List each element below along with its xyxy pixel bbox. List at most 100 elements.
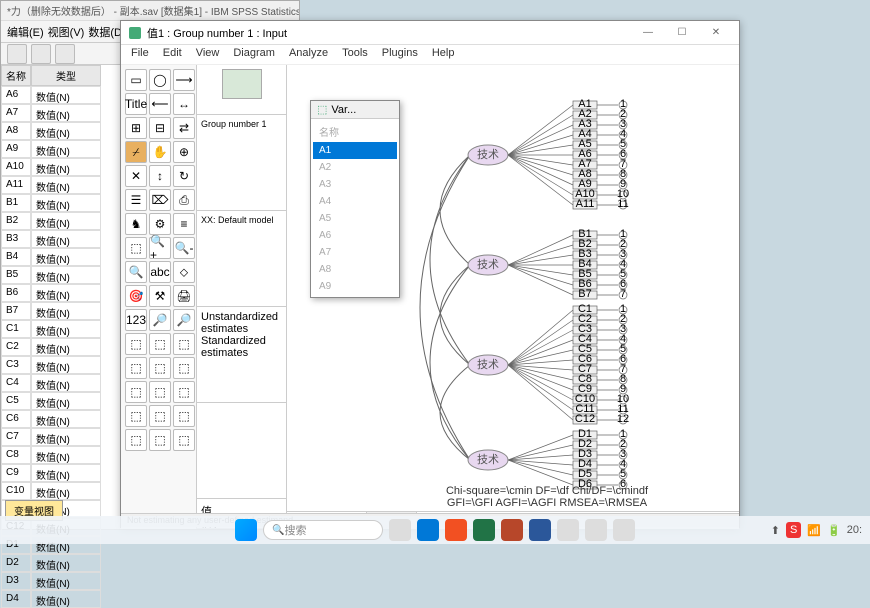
tool-button[interactable]: ⊕ <box>173 141 195 163</box>
tool-button[interactable]: ⬚ <box>173 333 195 355</box>
cell-name[interactable]: A10 <box>1 158 31 176</box>
cell-type[interactable]: 数值(N) <box>31 482 101 500</box>
spss-menu-view[interactable]: 视图(V) <box>48 24 85 40</box>
variable-item[interactable]: A7 <box>313 244 397 261</box>
tree-std[interactable]: Standardized estimates <box>201 335 282 359</box>
tool-button[interactable]: ⎙ <box>173 189 195 211</box>
tool-button[interactable]: ⊟ <box>149 117 171 139</box>
tool-button[interactable]: ⬚ <box>125 381 147 403</box>
cell-name[interactable]: D3 <box>1 572 31 590</box>
task-edge-icon[interactable] <box>417 519 439 541</box>
task-word-icon[interactable] <box>529 519 551 541</box>
task-ppt-icon[interactable] <box>501 519 523 541</box>
spss-menu-edit[interactable]: 编辑(E) <box>7 24 44 40</box>
cell-type[interactable]: 数值(N) <box>31 104 101 122</box>
tool-button[interactable]: ⬚ <box>125 429 147 451</box>
tool-button[interactable]: ⚙ <box>149 213 171 235</box>
cell-name[interactable]: B4 <box>1 248 31 266</box>
variable-item[interactable]: A4 <box>313 193 397 210</box>
cell-type[interactable]: 数值(N) <box>31 320 101 338</box>
tool-button[interactable]: ⚒ <box>149 285 171 307</box>
task-app-icon[interactable] <box>557 519 579 541</box>
cell-type[interactable]: 数值(N) <box>31 122 101 140</box>
cell-name[interactable]: C5 <box>1 392 31 410</box>
cell-name[interactable]: D4 <box>1 590 31 608</box>
maximize-button[interactable]: ☐ <box>667 23 697 43</box>
menu-diagram[interactable]: Diagram <box>233 47 275 62</box>
cell-name[interactable]: C2 <box>1 338 31 356</box>
cell-name[interactable]: C7 <box>1 428 31 446</box>
tool-button[interactable]: ⬚ <box>149 429 171 451</box>
tool-button[interactable]: 🔍- <box>173 237 195 259</box>
cell-type[interactable]: 数值(N) <box>31 554 101 572</box>
cell-type[interactable]: 数值(N) <box>31 212 101 230</box>
cell-type[interactable]: 数值(N) <box>31 140 101 158</box>
cell-name[interactable]: A11 <box>1 176 31 194</box>
tool-button[interactable]: 🖨 <box>173 285 195 307</box>
cell-name[interactable]: A8 <box>1 122 31 140</box>
tool-button[interactable]: ⬚ <box>173 357 195 379</box>
variable-item[interactable]: A5 <box>313 210 397 227</box>
cell-type[interactable]: 数值(N) <box>31 302 101 320</box>
col-name[interactable]: 名称 <box>1 65 31 86</box>
tool-button[interactable]: ↕ <box>149 165 171 187</box>
cell-type[interactable]: 数值(N) <box>31 446 101 464</box>
cell-name[interactable]: B2 <box>1 212 31 230</box>
cell-type[interactable]: 数值(N) <box>31 356 101 374</box>
tool-button[interactable]: ⟵ <box>149 93 171 115</box>
tool-button[interactable]: 🔍 <box>125 261 147 283</box>
cell-type[interactable]: 数值(N) <box>31 86 101 104</box>
cell-type[interactable]: 数值(N) <box>31 158 101 176</box>
cell-name[interactable]: A7 <box>1 104 31 122</box>
tool-button[interactable]: 🔎 <box>149 309 171 331</box>
tool-button[interactable]: ▭ <box>125 69 147 91</box>
cell-name[interactable]: B7 <box>1 302 31 320</box>
tool-button[interactable]: ☰ <box>125 189 147 211</box>
cell-name[interactable]: D2 <box>1 554 31 572</box>
cell-name[interactable]: C4 <box>1 374 31 392</box>
menu-edit[interactable]: Edit <box>163 47 182 62</box>
cell-name[interactable]: C3 <box>1 356 31 374</box>
taskbar-search[interactable]: 🔍 搜索 <box>263 520 383 540</box>
tool-button[interactable]: ≡ <box>173 213 195 235</box>
tool-button[interactable]: ⬚ <box>125 333 147 355</box>
variables-popup-title[interactable]: ⬚ Var... <box>311 101 399 119</box>
tool-button[interactable]: ⬚ <box>173 405 195 427</box>
cell-name[interactable]: C1 <box>1 320 31 338</box>
variable-item[interactable]: A3 <box>313 176 397 193</box>
tree-unstd[interactable]: Unstandardized estimates <box>201 311 282 335</box>
tool-button[interactable]: Title <box>125 93 147 115</box>
tray-wifi-icon[interactable]: 📶 <box>807 524 821 537</box>
tool-button[interactable]: ⟶ <box>173 69 195 91</box>
task-app-icon[interactable] <box>585 519 607 541</box>
task-explorer-icon[interactable] <box>389 519 411 541</box>
cell-type[interactable]: 数值(N) <box>31 410 101 428</box>
cell-type[interactable]: 数值(N) <box>31 284 101 302</box>
tool-button[interactable]: ⌦ <box>149 189 171 211</box>
save-icon[interactable] <box>55 44 75 64</box>
cell-name[interactable]: C6 <box>1 410 31 428</box>
cell-type[interactable]: 数值(N) <box>31 338 101 356</box>
cell-type[interactable]: 数值(N) <box>31 428 101 446</box>
cell-type[interactable]: 数值(N) <box>31 176 101 194</box>
tool-button[interactable]: ↔ <box>173 93 195 115</box>
tool-button[interactable]: ⇄ <box>173 117 195 139</box>
tree-group[interactable]: Group number 1 <box>197 115 286 211</box>
menu-view[interactable]: View <box>196 47 220 62</box>
cell-type[interactable]: 数值(N) <box>31 248 101 266</box>
variable-item[interactable]: 名称 <box>313 121 397 142</box>
task-app-icon[interactable] <box>613 519 635 541</box>
tool-button[interactable]: ⊞ <box>125 117 147 139</box>
tray-icon[interactable]: ⬆ <box>771 524 780 537</box>
tool-button[interactable]: ↻ <box>173 165 195 187</box>
close-button[interactable]: ✕ <box>701 23 731 43</box>
tool-button[interactable]: ⬚ <box>173 429 195 451</box>
tree-model[interactable]: XX: Default model <box>197 211 286 307</box>
variable-item[interactable]: A9 <box>313 278 397 295</box>
tool-button[interactable]: ⬚ <box>149 405 171 427</box>
cell-type[interactable]: 数值(N) <box>31 374 101 392</box>
tool-button[interactable]: ◯ <box>149 69 171 91</box>
tray-sogou-icon[interactable]: S <box>786 522 801 538</box>
cell-name[interactable]: C8 <box>1 446 31 464</box>
tool-button[interactable]: ⬚ <box>149 381 171 403</box>
